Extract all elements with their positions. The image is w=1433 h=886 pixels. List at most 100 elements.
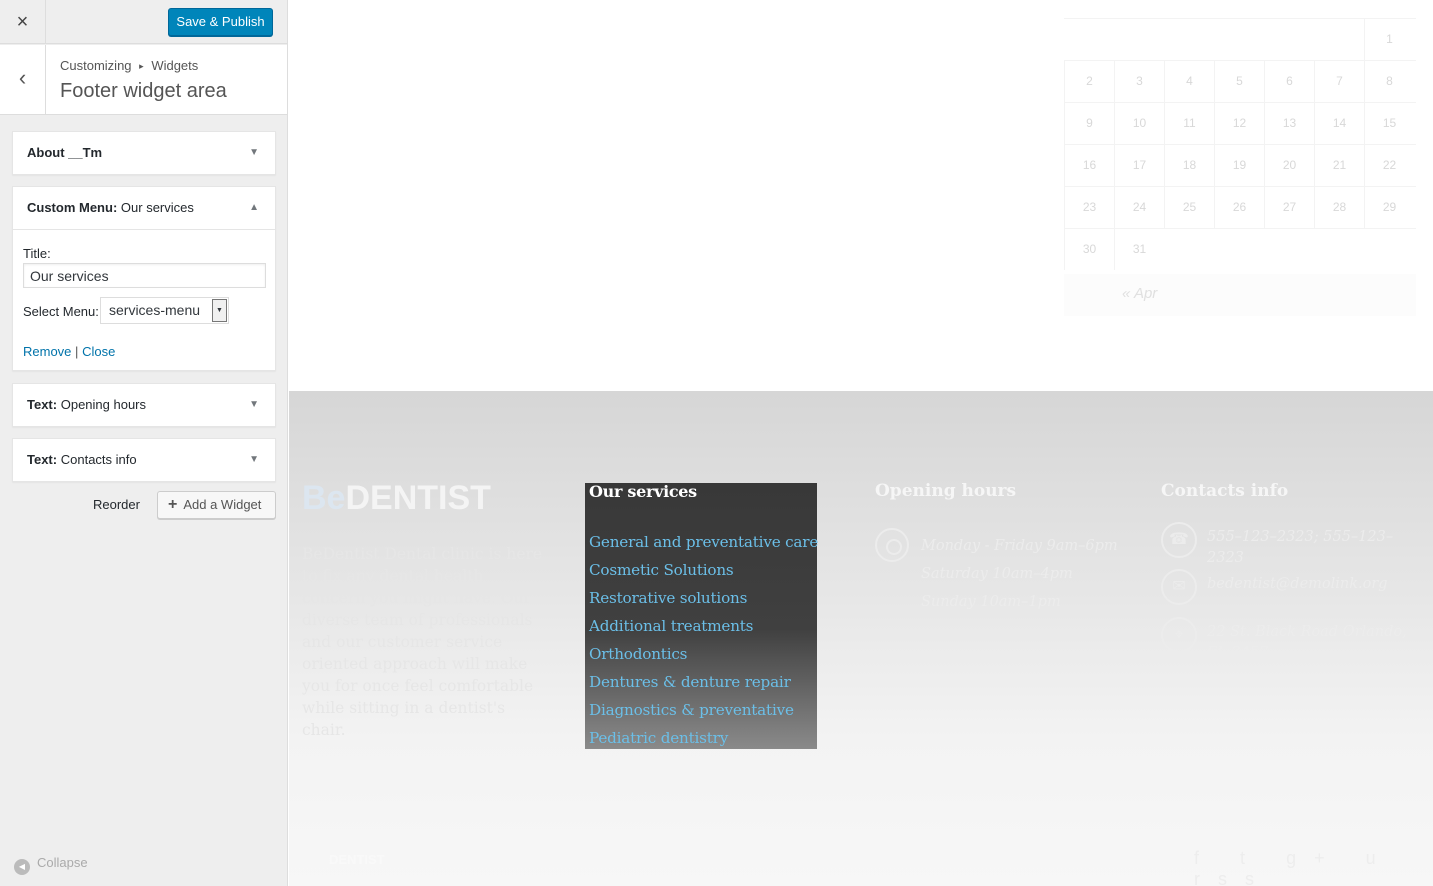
social-links: f t g+ u rss	[1194, 848, 1433, 886]
widget-type: Text:	[27, 397, 58, 412]
calendar-day: 30	[1064, 228, 1114, 270]
menu-select[interactable]: services-menu ▼	[100, 297, 229, 324]
mail-icon: ✉	[1161, 569, 1197, 605]
page-title: Footer widget area	[60, 80, 227, 102]
calendar-widget: « Apr 1 2 3 4 5 6 7 8 9 10 11 12 13 14 15 16 17 18 19 20 21 2…	[1064, 0, 1416, 316]
add-widget-button[interactable]: + Add a Widget	[157, 491, 276, 519]
widget-header[interactable]: Text: Opening hours ▼	[13, 384, 275, 426]
save-publish-button[interactable]: Save & Publish	[168, 8, 273, 36]
widget-about[interactable]: About __Tm ▼	[12, 131, 276, 175]
customizer-header: × Save & Publish	[0, 0, 287, 44]
title-label: Title:	[23, 246, 51, 261]
calendar-day: 15	[1364, 102, 1414, 144]
widget-name: Contacts info	[60, 452, 137, 467]
calendar-prev-link[interactable]: « Apr	[1122, 285, 1157, 302]
calendar-day: 8	[1364, 60, 1414, 102]
collapse-button[interactable]: ◀ Collapse	[14, 855, 88, 875]
site-preview: « Apr 1 2 3 4 5 6 7 8 9 10 11 12 13 14 15 16 17 18 19 20 21 2…	[289, 0, 1433, 886]
widget-form: Title: Select Menu: services-menu ▼ Remo…	[13, 229, 275, 370]
about-text: BeDentist Dental clinic is here to fix a…	[302, 545, 543, 739]
calendar-day: 29	[1364, 186, 1414, 228]
chevron-left-icon: ‹	[18, 65, 27, 90]
title-field[interactable]	[23, 263, 266, 288]
services-menu-item[interactable]: Dentures & denture repair	[589, 668, 813, 696]
calendar-day: 18	[1164, 144, 1214, 186]
services-menu-item[interactable]: General and preventative care	[589, 528, 818, 556]
services-menu-item[interactable]: Diagnostics & preventative	[589, 696, 813, 724]
dropdown-arrow-icon[interactable]: ▼	[212, 299, 227, 322]
calendar-day: 25	[1164, 186, 1214, 228]
close-link[interactable]: Close	[82, 344, 115, 359]
services-menu-item[interactable]: Additional treatments	[589, 612, 813, 640]
back-button[interactable]: ‹	[0, 45, 46, 114]
calendar-day: 9	[1064, 102, 1114, 144]
section-header: ‹ Customizing ▸ Widgets Footer widget ar…	[0, 45, 287, 115]
remove-link[interactable]: Remove	[23, 344, 71, 359]
copyright: DENTIST	[329, 852, 385, 867]
email-text[interactable]: bedentist@demolink.org	[1207, 574, 1422, 595]
logo-main: DENTIST	[345, 479, 491, 517]
calendar-day: 26	[1214, 186, 1264, 228]
widget-opening-hours[interactable]: Text: Opening hours ▼	[12, 383, 276, 427]
reorder-link[interactable]: Reorder	[93, 497, 140, 512]
services-menu-item[interactable]: Orthodontics	[589, 640, 813, 668]
chevron-down-icon[interactable]: ▼	[249, 132, 259, 174]
breadcrumb-current: Widgets	[151, 58, 199, 73]
footer: BeDENTIST BeDentist Dental clinic is her…	[289, 391, 1433, 886]
select-menu-label: Select Menu:	[23, 304, 99, 319]
customizer-sidebar: × Save & Publish ‹ Customizing ▸ Widgets…	[0, 0, 288, 886]
chevron-down-icon[interactable]: ▼	[249, 384, 259, 426]
services-menu-item[interactable]: Restorative solutions	[589, 584, 813, 612]
widget-custom-menu: Custom Menu: Our services ▲ Title: Selec…	[12, 186, 276, 371]
calendar-day: 24	[1114, 186, 1164, 228]
google-plus-icon[interactable]: g+	[1286, 848, 1343, 868]
facebook-icon[interactable]: f	[1194, 848, 1217, 868]
widget-name: About __Tm	[27, 145, 103, 160]
services-menu-item[interactable]: Cosmetic Solutions	[589, 556, 813, 584]
calendar-day: 27	[1264, 186, 1314, 228]
widget-name: Opening hours	[60, 397, 147, 412]
widget-actions: Remove | Close	[23, 344, 115, 359]
services-title: Our services	[589, 482, 697, 501]
calendar-day: 13	[1264, 102, 1314, 144]
calendar-day: 1	[1364, 18, 1414, 60]
user-icon[interactable]: u	[1366, 848, 1394, 868]
close-customizer-button[interactable]: ×	[0, 0, 46, 44]
widget-contacts-info[interactable]: Text: Contacts info ▼	[12, 438, 276, 482]
rss-icon[interactable]: rss	[1194, 869, 1272, 886]
calendar-day: 23	[1064, 186, 1114, 228]
services-widget: Our services General and preventative ca…	[585, 482, 818, 752]
widget-header[interactable]: Custom Menu: Our services ▲	[13, 187, 275, 229]
calendar-day: 4	[1164, 60, 1214, 102]
chevron-down-icon[interactable]: ▼	[249, 439, 259, 481]
calendar-day: 12	[1214, 102, 1264, 144]
close-icon: ×	[16, 11, 29, 33]
widget-header[interactable]: About __Tm ▼	[13, 132, 275, 174]
logo-prefix: Be	[302, 479, 346, 517]
divider: |	[75, 344, 79, 359]
widget-type: Custom Menu:	[27, 200, 118, 215]
plus-icon: +	[168, 496, 178, 513]
calendar-day: 17	[1114, 144, 1164, 186]
services-menu-item[interactable]: Pediatric dentistry	[589, 724, 813, 752]
calendar-day: 22	[1364, 144, 1414, 186]
location-pin-icon: ⌖	[1161, 617, 1197, 653]
footer-logo[interactable]: BeDENTIST	[302, 479, 491, 518]
twitter-icon[interactable]: t	[1240, 848, 1263, 868]
add-widget-label: Add a Widget	[183, 497, 262, 512]
calendar-day: 20	[1264, 144, 1314, 186]
chevron-up-icon[interactable]: ▲	[249, 187, 259, 229]
calendar-day: 6	[1264, 60, 1314, 102]
calendar-day: 10	[1114, 102, 1164, 144]
menu-select-value: services-menu	[109, 302, 201, 318]
collapse-label: Collapse	[37, 855, 88, 870]
hours-text: Monday - Friday 9am–6pm Saturday 10am–4p…	[921, 532, 1141, 616]
copyright-brand: DENTIST	[329, 852, 385, 867]
calendar-day: 19	[1214, 144, 1264, 186]
collapse-arrow-icon: ◀	[14, 859, 30, 875]
calendar-day: 5	[1214, 60, 1264, 102]
widget-type: Text:	[27, 452, 58, 467]
widget-name: Our services	[120, 200, 194, 215]
footer-bottom: DENTIST f t g+ u rss	[289, 836, 1433, 886]
widget-header[interactable]: Text: Contacts info ▼	[13, 439, 275, 481]
